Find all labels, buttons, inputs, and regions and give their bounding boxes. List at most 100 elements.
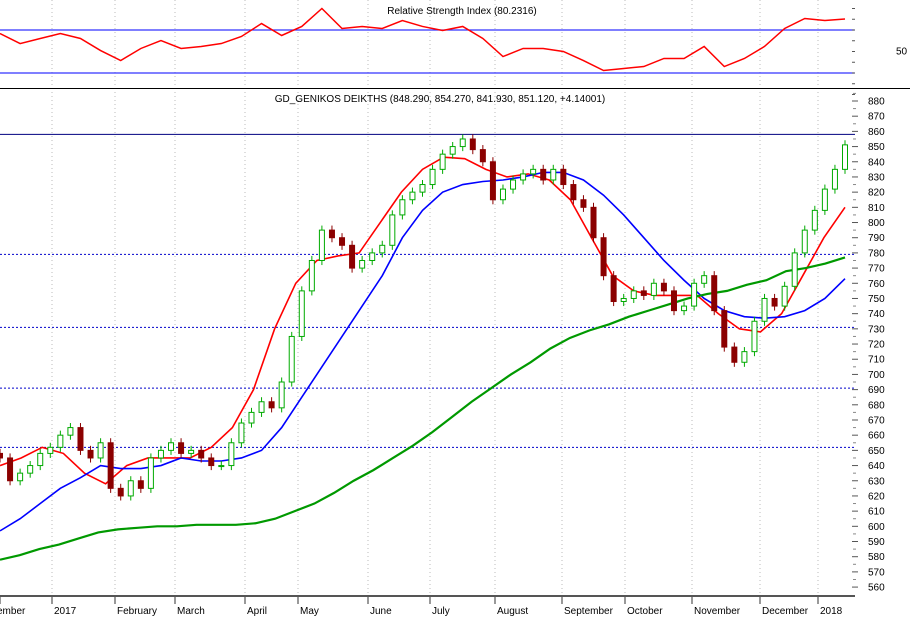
- candle-body: [520, 173, 527, 181]
- price-tick-label: 810: [868, 203, 885, 214]
- candle-body: [570, 184, 577, 201]
- candle-body: [147, 457, 154, 489]
- ma-line-long: [0, 256, 846, 561]
- candle-body: [610, 275, 617, 303]
- candle-body: [449, 146, 456, 155]
- candle-body: [107, 442, 114, 489]
- candle-body: [590, 206, 597, 239]
- x-tick-label: September: [564, 606, 614, 617]
- candle-body: [620, 297, 627, 303]
- price-tick-label: 780: [868, 248, 885, 259]
- candle-body: [479, 149, 486, 163]
- candle-body: [670, 290, 677, 312]
- candle-body: [328, 229, 335, 239]
- candle-body: [238, 422, 245, 444]
- rsi-reference-lines: [0, 29, 855, 74]
- candle-body: [268, 401, 275, 409]
- price-tick-label: 640: [868, 461, 885, 472]
- candle-body: [97, 442, 104, 459]
- candle-body: [168, 442, 175, 451]
- price-tick-label: 790: [868, 233, 885, 244]
- price-tick-label: 710: [868, 355, 885, 366]
- candle-body: [711, 275, 718, 312]
- candle-body: [57, 434, 64, 448]
- candle-body: [550, 168, 557, 181]
- candle-body: [389, 214, 396, 246]
- candle-body: [429, 168, 436, 186]
- candle-body: [7, 457, 14, 482]
- x-tick-label: March: [177, 606, 205, 617]
- x-tick-label: July: [432, 606, 450, 617]
- price-tick-label: 740: [868, 309, 885, 320]
- price-tick-label: 560: [868, 583, 885, 594]
- candle-body: [761, 297, 768, 322]
- price-tick-label: 690: [868, 385, 885, 396]
- candle-body: [821, 188, 828, 211]
- price-tick-label: 800: [868, 218, 885, 229]
- candle-body: [801, 229, 808, 254]
- candle-body: [369, 252, 376, 261]
- x-tick-label: February: [117, 606, 157, 617]
- candle-body: [499, 188, 506, 201]
- price-tick-label: 650: [868, 446, 885, 457]
- price-tick-label: 830: [868, 172, 885, 183]
- price-tick-label: 720: [868, 340, 885, 351]
- candle-body: [469, 138, 476, 151]
- candle-body: [218, 465, 225, 468]
- candle-body: [379, 244, 386, 254]
- candlesticks: [0, 134, 848, 501]
- candle-body: [318, 229, 325, 261]
- candle-body: [178, 442, 185, 454]
- x-tick-label: November: [694, 606, 741, 617]
- price-tick-label: 580: [868, 552, 885, 563]
- candle-body: [660, 282, 667, 292]
- price-tick-label: 760: [868, 279, 885, 290]
- price-tick-label: 680: [868, 400, 885, 411]
- candle-body: [288, 335, 295, 383]
- candle-body: [600, 237, 607, 277]
- price-tick-label: 820: [868, 188, 885, 199]
- price-tick-label: 770: [868, 264, 885, 275]
- ma-line-short: [0, 156, 846, 485]
- price-tick-label: 880: [868, 97, 885, 108]
- candle-body: [87, 449, 94, 459]
- candle-body: [77, 427, 84, 451]
- price-tick-label: 630: [868, 476, 885, 487]
- candle-body: [137, 480, 144, 489]
- price-tick-label: 700: [868, 370, 885, 381]
- x-tick-label: April: [247, 606, 267, 617]
- candle-body: [630, 290, 637, 299]
- x-tick-label: October: [627, 606, 663, 617]
- candle-body: [339, 237, 346, 246]
- candle-body: [771, 297, 778, 307]
- candle-body: [640, 290, 647, 296]
- candle-body: [811, 209, 818, 231]
- candle-body: [842, 144, 848, 170]
- price-tick-label: 870: [868, 112, 885, 123]
- x-axis: ember 2017 February March April May June July Au…: [0, 595, 855, 617]
- candle-body: [359, 259, 366, 269]
- candle-body: [188, 449, 195, 454]
- price-tick-label: 570: [868, 567, 885, 578]
- candle-body: [208, 457, 215, 467]
- candle-body: [791, 252, 798, 287]
- candle-body: [127, 480, 134, 497]
- price-tick-label: 670: [868, 415, 885, 426]
- ma-line-medium: [0, 171, 846, 532]
- candle-body: [47, 446, 54, 454]
- candle-body: [510, 179, 517, 190]
- price-tick-label: 600: [868, 522, 885, 533]
- candle-body: [701, 275, 708, 284]
- candle-body: [560, 168, 567, 186]
- candle-body: [0, 452, 3, 459]
- rsi-y-axis: 50: [852, 0, 908, 95]
- candle-body: [258, 401, 265, 413]
- candle-body: [17, 472, 24, 482]
- price-panel: GD_GENIKOS DEIKTHS (848.290, 854.270, 84…: [0, 92, 885, 594]
- candle-body: [530, 168, 537, 175]
- price-tick-label: 840: [868, 157, 885, 168]
- price-tick-label: 590: [868, 537, 885, 548]
- candle-body: [117, 487, 124, 497]
- candle-body: [419, 184, 426, 193]
- moving-averages: [0, 156, 846, 561]
